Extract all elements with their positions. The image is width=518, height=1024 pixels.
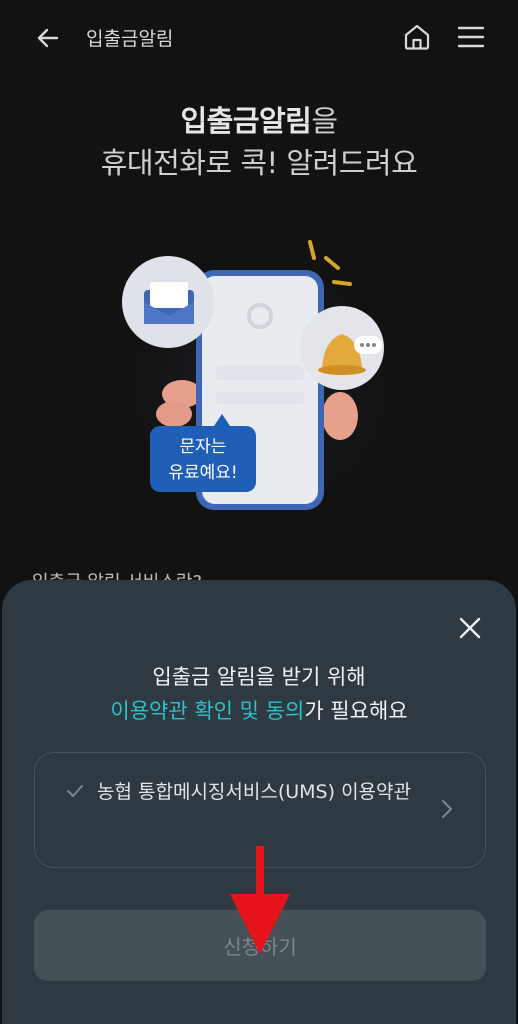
terms-label: 농협 통합메시징서비스(UMS) 이용약관 — [97, 781, 411, 803]
sheet-title: 입출금 알림을 받기 위해 이용약관 확인 및 동의가 필요해요 — [2, 660, 516, 728]
home-button[interactable] — [398, 18, 436, 56]
back-button[interactable] — [30, 20, 66, 56]
phone-alert-illustration: 문자는 유료예요! — [110, 240, 410, 526]
close-icon — [459, 617, 481, 639]
hero-title-strong: 입출금알림 — [180, 104, 312, 138]
hero-title: 입출금알림을 휴대전화로 콕! 알려드려요 — [0, 100, 518, 184]
sheet-title-rest: 가 필요해요 — [304, 699, 408, 723]
app-header: 입출금알림 — [0, 0, 518, 72]
hero-subtitle: 휴대전화로 콕! 알려드려요 — [100, 146, 418, 180]
check-icon[interactable] — [65, 781, 85, 801]
terms-bottom-sheet: 입출금 알림을 받기 위해 이용약관 확인 및 동의가 필요해요 농협 통합메시… — [2, 580, 516, 1024]
hamburger-icon — [457, 26, 485, 48]
arrow-left-icon — [37, 28, 59, 48]
hero-title-rest: 을 — [311, 104, 338, 138]
bubble-line1: 문자는 — [180, 437, 227, 457]
close-button[interactable] — [450, 608, 490, 648]
bubble-line2: 유료예요! — [168, 463, 237, 483]
header-title: 입출금알림 — [86, 28, 174, 50]
home-icon — [404, 24, 430, 50]
annotation-arrow-down-icon — [230, 846, 290, 954]
sheet-title-accent: 이용약관 확인 및 동의 — [110, 699, 305, 723]
chevron-right-icon[interactable] — [433, 795, 461, 823]
sheet-title-line1: 입출금 알림을 받기 위해 — [152, 665, 366, 689]
menu-button[interactable] — [452, 18, 490, 56]
